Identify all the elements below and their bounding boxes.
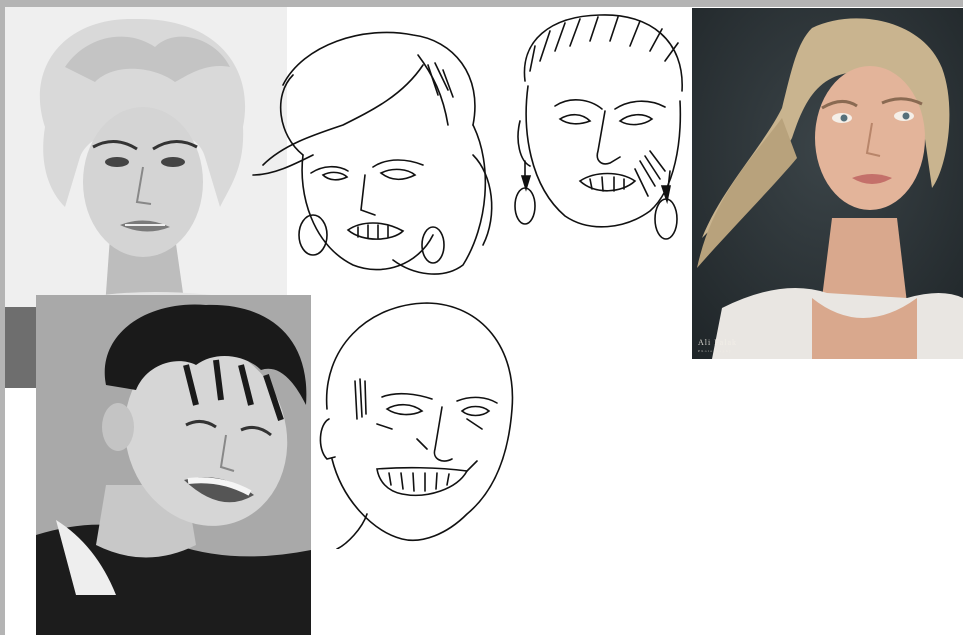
reference-photo-freckled-woman[interactable]: Ali Falak Photography xyxy=(692,8,963,359)
reference-board-canvas: Ali Falak Photography xyxy=(5,7,963,635)
bald-head-sketch[interactable] xyxy=(317,299,517,549)
woman-head-sketch[interactable] xyxy=(243,25,505,281)
reference-photo-laughing-man[interactable] xyxy=(36,295,311,635)
man-head-sketch[interactable] xyxy=(510,11,690,243)
photographer-watermark: Ali Falak Photography xyxy=(698,338,737,354)
